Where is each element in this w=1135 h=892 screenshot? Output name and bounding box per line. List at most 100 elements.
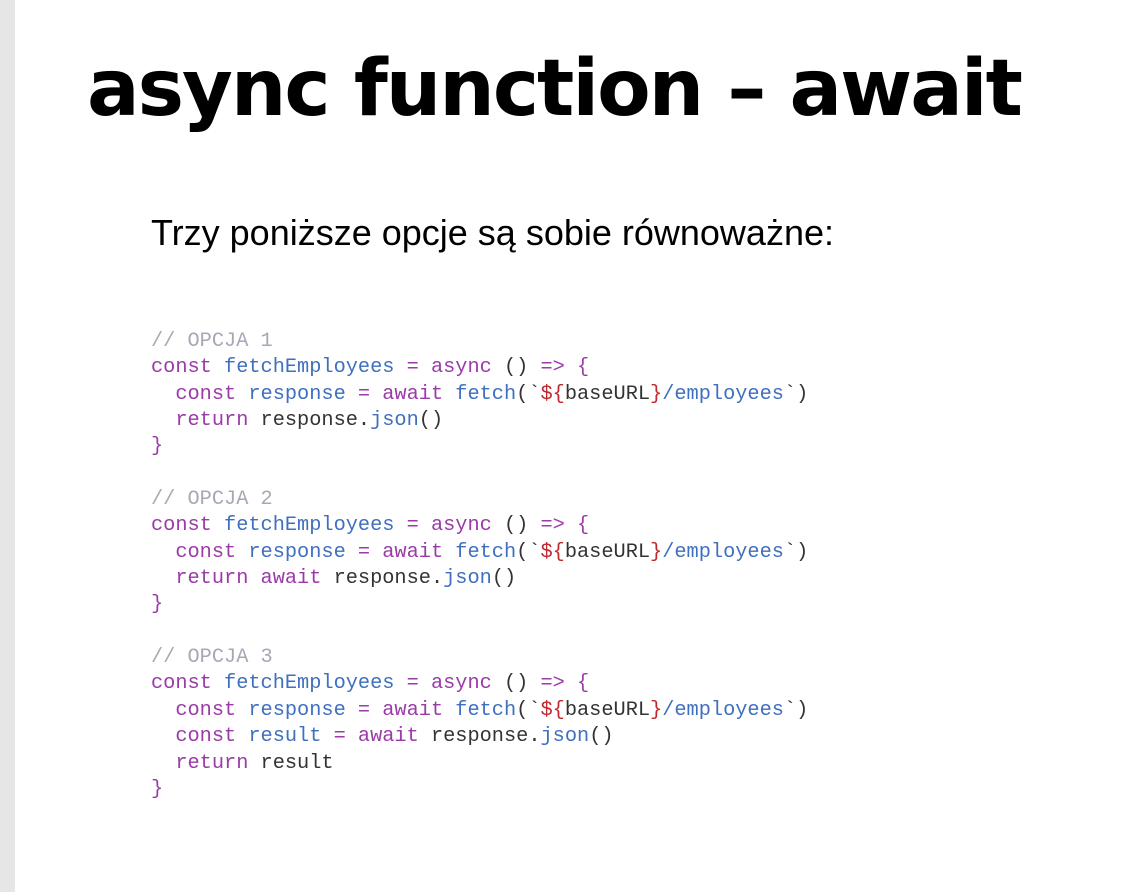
code-token-interp: } xyxy=(650,540,663,564)
code-token-punct xyxy=(394,356,406,379)
code-token-var: result xyxy=(260,751,334,775)
code-line: const response = await fetch(`${baseURL}… xyxy=(151,698,808,724)
code-line: return response.json() xyxy=(151,408,808,434)
code-block-option-3: // OPCJA 3 const fetchEmployees = async (… xyxy=(151,645,808,803)
code-token-keyword: await xyxy=(382,698,444,722)
code-token-punct xyxy=(394,672,406,695)
code-line: const result = await response.json() xyxy=(151,724,808,750)
code-token-brace: } xyxy=(151,435,164,459)
code-token-keyword: const xyxy=(175,698,237,722)
code-token-keyword: async xyxy=(430,356,492,380)
code-token-punct: () xyxy=(491,567,517,591)
code-token-comment: // OPCJA 1 xyxy=(151,330,273,353)
code-token-punct xyxy=(212,672,224,695)
code-token-punct xyxy=(151,725,175,748)
code-token-keyword: await xyxy=(382,540,444,564)
code-line: return await response.json() xyxy=(151,566,808,592)
code-token-punct xyxy=(346,725,358,748)
code-token-brace: } xyxy=(151,593,164,617)
code-token-keyword: const xyxy=(151,514,212,538)
code-token-var: response xyxy=(260,409,358,433)
code-line: } xyxy=(151,592,808,618)
code-token-punct xyxy=(236,541,248,564)
code-snippet: // OPCJA 1 const fetchEmployees = async (… xyxy=(151,329,808,803)
code-token-punct xyxy=(151,409,175,432)
code-token-punct xyxy=(443,699,455,722)
code-token-interp: } xyxy=(650,382,663,406)
code-token-punct xyxy=(370,383,382,406)
code-block-option-2: // OPCJA 2 const fetchEmployees = async (… xyxy=(151,487,808,619)
code-token-prop: json xyxy=(540,725,590,749)
code-line: return result xyxy=(151,751,808,777)
code-line: const fetchEmployees = async () => { xyxy=(151,671,808,697)
code-token-keyword: async xyxy=(430,514,492,538)
code-token-punct xyxy=(346,699,358,722)
code-token-comment: // OPCJA 2 xyxy=(151,488,273,512)
code-token-keyword: await xyxy=(357,725,419,749)
code-token-op: = xyxy=(357,698,371,722)
code-token-def: response xyxy=(248,540,346,564)
code-token-punct xyxy=(419,514,431,537)
code-token-punct xyxy=(212,356,224,379)
code-token-def: fetch xyxy=(455,698,517,722)
code-line: // OPCJA 2 xyxy=(151,487,808,513)
code-token-op: = xyxy=(357,540,371,564)
code-token-keyword: const xyxy=(151,672,212,696)
code-token-punct xyxy=(565,672,577,695)
code-line: const response = await fetch(`${baseURL}… xyxy=(151,540,808,566)
code-token-punct xyxy=(236,383,248,406)
slide-subtitle: Trzy poniższe opcje są sobie równoważne: xyxy=(151,212,834,253)
code-token-keyword: return xyxy=(175,409,249,433)
code-token-punct: `) xyxy=(783,698,809,722)
code-block-option-1: // OPCJA 1 const fetchEmployees = async (… xyxy=(151,329,808,461)
code-line: } xyxy=(151,777,808,803)
code-token-punct xyxy=(370,699,382,722)
code-token-punct: . xyxy=(430,567,444,591)
code-token-def: fetchEmployees xyxy=(224,356,395,380)
code-token-var: baseURL xyxy=(564,698,651,722)
code-token-def: fetchEmployees xyxy=(224,514,395,538)
code-token-keyword: const xyxy=(175,540,237,564)
code-token-prop: json xyxy=(443,567,492,591)
code-token-op: = xyxy=(333,725,346,749)
code-token-punct xyxy=(248,567,260,590)
code-token-punct xyxy=(370,541,382,564)
code-token-keyword: return xyxy=(175,567,249,591)
code-token-punct xyxy=(346,541,358,564)
code-token-keyword: await xyxy=(260,567,322,591)
code-token-punct xyxy=(236,725,248,748)
code-token-def: result xyxy=(248,725,322,749)
code-token-punct: (` xyxy=(516,382,541,406)
code-token-string: /employees xyxy=(662,698,784,722)
code-token-punct: `) xyxy=(783,382,809,406)
code-token-op: => xyxy=(540,356,565,380)
code-token-op: = xyxy=(406,672,419,696)
code-token-brace: { xyxy=(577,356,590,380)
code-token-keyword: async xyxy=(430,672,492,696)
code-token-string: /employees xyxy=(662,540,784,564)
code-token-punct: `) xyxy=(783,540,809,564)
code-token-def: response xyxy=(248,698,346,722)
code-token-punct xyxy=(321,725,333,748)
code-token-var: baseURL xyxy=(564,540,651,564)
code-token-var: baseURL xyxy=(564,382,651,406)
code-token-punct: . xyxy=(528,725,541,749)
slide-title: async function – await xyxy=(87,44,1023,134)
code-token-keyword: const xyxy=(175,382,237,406)
code-token-punct xyxy=(346,383,358,406)
code-token-def: response xyxy=(248,382,346,406)
code-token-punct xyxy=(236,699,248,722)
code-token-punct xyxy=(151,752,175,775)
code-line: const fetchEmployees = async () => { xyxy=(151,513,808,539)
code-token-keyword: const xyxy=(175,725,237,749)
code-token-punct xyxy=(419,725,431,748)
code-token-def: fetchEmployees xyxy=(224,672,395,696)
code-line: } xyxy=(151,434,808,460)
slide: async function – await Trzy poniższe opc… xyxy=(15,0,1135,892)
code-token-punct: (` xyxy=(516,698,541,722)
code-token-keyword: return xyxy=(175,751,249,775)
left-rail xyxy=(0,0,15,892)
code-line: // OPCJA 3 xyxy=(151,645,808,671)
code-token-punct: () xyxy=(491,514,541,538)
code-token-punct: (` xyxy=(516,540,541,564)
